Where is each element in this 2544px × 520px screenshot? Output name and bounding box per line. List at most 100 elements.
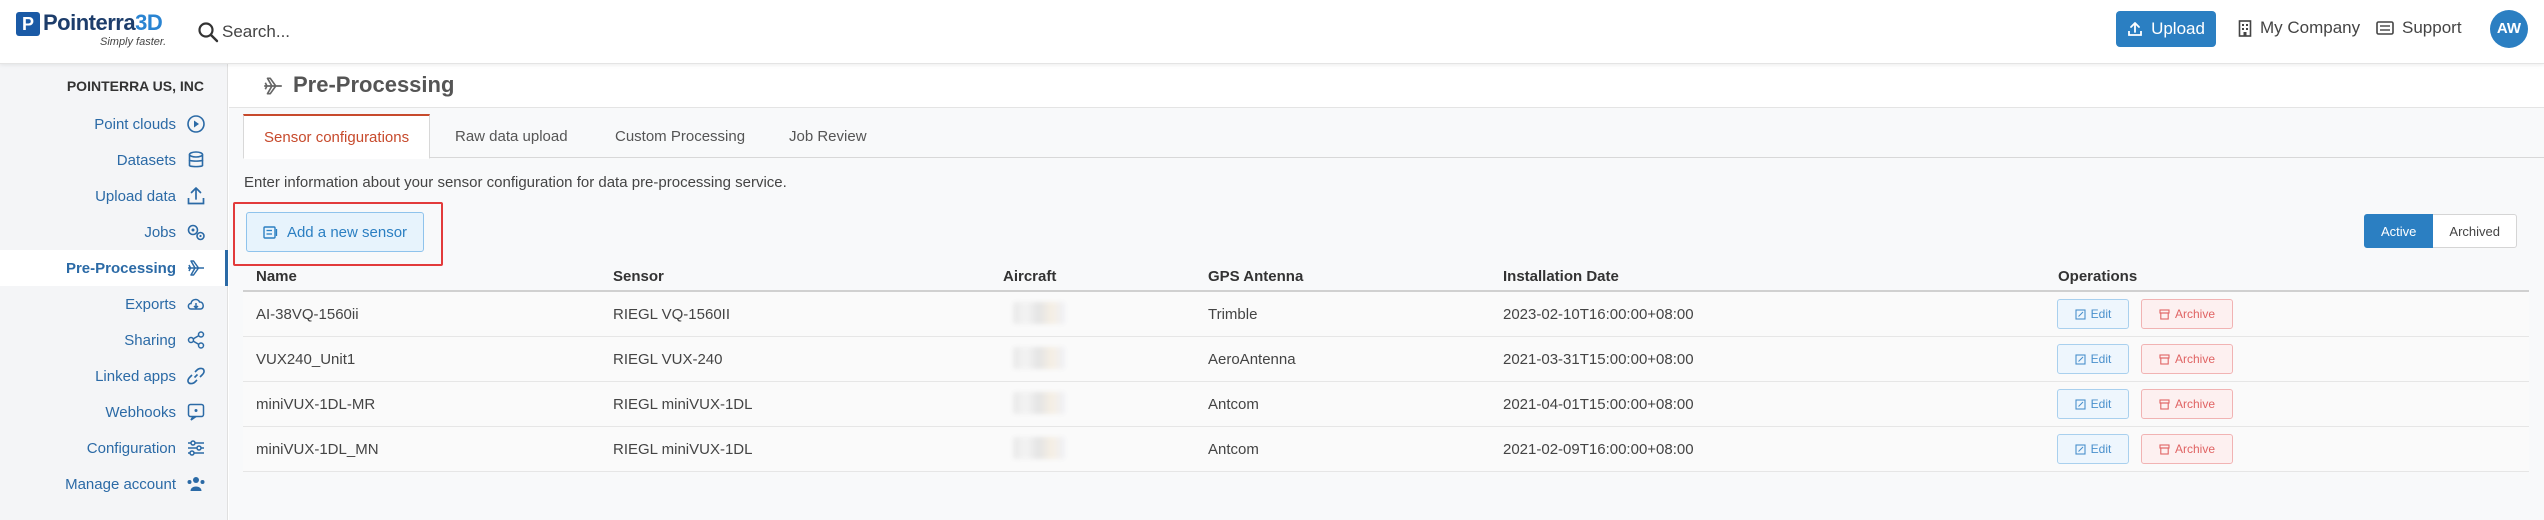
users-icon	[187, 477, 205, 491]
table-row: AI-38VQ-1560ii RIEGL VQ-1560II Trimble 2…	[243, 292, 2529, 337]
column-header-name: Name	[256, 268, 297, 285]
archive-icon	[2159, 398, 2170, 410]
sidebar-item-datasets[interactable]: Datasets	[0, 142, 228, 178]
upload-icon	[187, 187, 205, 205]
building-icon	[2238, 19, 2252, 37]
cell-gps: Antcom	[1208, 396, 1259, 413]
edit-label: Edit	[2090, 352, 2112, 366]
sidebar-item-pre-processing[interactable]: Pre-Processing	[0, 250, 228, 286]
sidebar-item-label: Pre-Processing	[65, 259, 176, 277]
sidebar-item-label: Datasets	[116, 151, 176, 169]
archive-icon	[2159, 443, 2170, 455]
cell-name: AI-38VQ-1560ii	[256, 306, 359, 323]
archive-label: Archive	[2174, 397, 2215, 411]
intro-text: Enter information about your sensor conf…	[244, 174, 787, 191]
logo-3d-accent: 3D	[135, 10, 163, 35]
logo-tagline: Simply faster.	[100, 36, 167, 48]
sidebar-item-label: Exports	[125, 295, 176, 313]
table-row: miniVUX-1DL_MN RIEGL miniVUX-1DL Antcom …	[243, 427, 2529, 472]
database-icon	[188, 151, 204, 168]
cell-date: 2021-03-31T15:00:00+08:00	[1503, 351, 1694, 368]
support-label: Support	[2402, 18, 2462, 37]
filter-archived-button[interactable]: Archived	[2433, 214, 2517, 248]
share-icon	[187, 331, 205, 349]
sidebar-item-linked-apps[interactable]: Linked apps	[0, 358, 228, 394]
cell-gps: Antcom	[1208, 441, 1259, 458]
plane-icon	[264, 77, 282, 95]
archive-button[interactable]: Archive	[2141, 389, 2233, 419]
table-row: VUX240_Unit1 RIEGL VUX-240 AeroAntenna 2…	[243, 337, 2529, 382]
aircraft-thumbnail	[1013, 437, 1065, 459]
upload-button[interactable]: Upload	[2116, 11, 2216, 47]
sidebar-item-label: Sharing	[124, 331, 176, 349]
page-header: Pre-Processing	[229, 64, 2544, 108]
cell-name: miniVUX-1DL_MN	[256, 441, 379, 458]
edit-icon	[2075, 443, 2086, 455]
sidebar-item-configuration[interactable]: Configuration	[0, 430, 228, 466]
tab-bar: Sensor configurations Raw data upload Cu…	[243, 114, 2544, 159]
sidebar-item-jobs[interactable]: Jobs	[0, 214, 228, 250]
cell-sensor: RIEGL VUX-240	[613, 351, 723, 368]
edit-label: Edit	[2090, 397, 2112, 411]
sidebar: POINTERRA US, INC Point clouds Datasets …	[0, 64, 228, 520]
cell-date: 2021-04-01T15:00:00+08:00	[1503, 396, 1694, 413]
top-header: P Pointerra3D Simply faster. Upload My C…	[0, 0, 2544, 64]
sensor-table: Name Sensor Aircraft GPS Antenna Install…	[243, 258, 2529, 472]
sidebar-item-exports[interactable]: Exports	[0, 286, 228, 322]
cell-name: miniVUX-1DL-MR	[256, 396, 376, 413]
aircraft-thumbnail	[1013, 392, 1065, 414]
sidebar-item-point-clouds[interactable]: Point clouds	[0, 106, 228, 142]
support-ticket-icon	[2376, 21, 2394, 35]
cell-gps: Trimble	[1208, 306, 1258, 323]
add-new-sensor-button[interactable]: Add a new sensor	[246, 212, 424, 252]
my-company-link[interactable]: My Company	[2238, 18, 2360, 38]
tab-custom-processing[interactable]: Custom Processing	[595, 114, 765, 158]
sliders-icon	[188, 440, 204, 456]
sensor-card-icon	[263, 225, 278, 239]
column-header-gps: GPS Antenna	[1208, 268, 1304, 285]
edit-icon	[2075, 353, 2086, 365]
tab-sensor-configurations[interactable]: Sensor configurations	[243, 114, 431, 159]
cloud-download-icon	[187, 298, 204, 310]
edit-button[interactable]: Edit	[2057, 389, 2129, 419]
archive-button[interactable]: Archive	[2141, 434, 2233, 464]
logo-text: Pointerra3D	[43, 10, 163, 35]
filter-active-button[interactable]: Active	[2364, 214, 2434, 248]
edit-icon	[2075, 308, 2086, 320]
user-avatar[interactable]: AW	[2490, 10, 2528, 48]
cell-sensor: RIEGL VQ-1560II	[613, 306, 730, 323]
edit-button[interactable]: Edit	[2057, 434, 2129, 464]
link-icon	[187, 367, 205, 385]
edit-button[interactable]: Edit	[2057, 299, 2129, 329]
aircraft-thumbnail	[1013, 302, 1065, 324]
sidebar-item-sharing[interactable]: Sharing	[0, 322, 228, 358]
archive-button[interactable]: Archive	[2141, 299, 2233, 329]
column-header-sensor: Sensor	[613, 268, 664, 285]
support-link[interactable]: Support	[2376, 18, 2462, 38]
edit-button[interactable]: Edit	[2057, 344, 2129, 374]
sidebar-item-manage-account[interactable]: Manage account	[0, 466, 228, 502]
page-title: Pre-Processing	[293, 72, 455, 97]
tab-job-review[interactable]: Job Review	[769, 114, 887, 158]
cell-sensor: RIEGL miniVUX-1DL	[613, 441, 753, 458]
gears-icon	[187, 224, 205, 241]
sidebar-item-upload-data[interactable]: Upload data	[0, 178, 228, 214]
tab-raw-data-upload[interactable]: Raw data upload	[435, 114, 588, 158]
sidebar-item-label: Webhooks	[105, 403, 176, 421]
search-input[interactable]	[222, 18, 502, 46]
cell-gps: AeroAntenna	[1208, 351, 1296, 368]
add-new-sensor-label: Add a new sensor	[286, 223, 408, 241]
archive-label: Archive	[2174, 442, 2215, 456]
archive-button[interactable]: Archive	[2141, 344, 2233, 374]
upload-label: Upload	[2151, 19, 2205, 38]
status-filter: Active Archived	[2364, 214, 2517, 248]
upload-icon	[2128, 22, 2142, 36]
cell-date: 2021-02-09T16:00:00+08:00	[1503, 441, 1694, 458]
sidebar-item-webhooks[interactable]: Webhooks	[0, 394, 228, 430]
pointerra-logo[interactable]: P Pointerra3D Simply faster.	[16, 10, 176, 54]
column-header-aircraft: Aircraft	[1003, 268, 1057, 285]
cell-sensor: RIEGL miniVUX-1DL	[613, 396, 753, 413]
edit-label: Edit	[2090, 442, 2112, 456]
search-icon	[198, 22, 219, 43]
search-bar[interactable]	[196, 14, 516, 50]
